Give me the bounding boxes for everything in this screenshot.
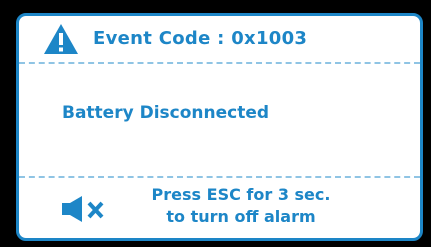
event-code-title: Event Code : 0x1003 bbox=[93, 28, 308, 49]
alarm-hint-text: Press ESC for 3 sec. to turn off alarm bbox=[121, 184, 361, 228]
alarm-dialog: Event Code : 0x1003 Battery Disconnected… bbox=[16, 13, 423, 241]
alarm-hint-line2: to turn off alarm bbox=[166, 207, 316, 226]
dialog-header: Event Code : 0x1003 bbox=[19, 16, 420, 62]
speaker-mute-icon bbox=[62, 196, 104, 222]
header-divider bbox=[19, 62, 420, 64]
dialog-footer: Press ESC for 3 sec. to turn off alarm bbox=[19, 178, 420, 238]
event-message: Battery Disconnected bbox=[62, 103, 270, 123]
alarm-hint-line1: Press ESC for 3 sec. bbox=[151, 185, 331, 204]
warning-triangle-icon bbox=[44, 24, 78, 54]
